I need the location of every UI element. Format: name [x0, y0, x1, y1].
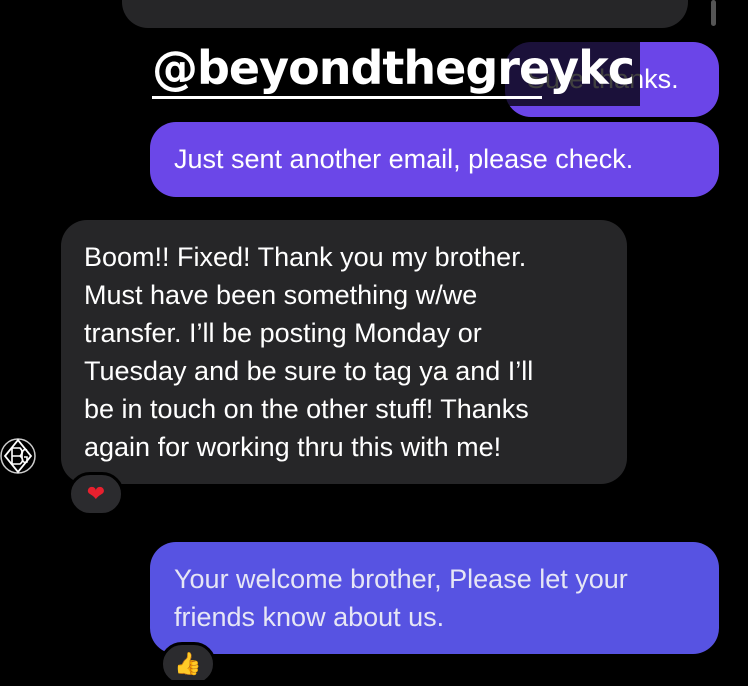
handle-underline	[152, 96, 542, 99]
message-line: Must have been something w/we	[84, 280, 478, 310]
handle-text: @beyondthegreykc	[152, 41, 635, 95]
message-sent-another-email[interactable]: Just sent another email, please check.	[150, 122, 719, 197]
heart-reaction[interactable]: ❤	[68, 472, 124, 516]
sender-avatar[interactable]	[0, 430, 36, 482]
heart-icon: ❤	[86, 481, 106, 506]
message-boom-fixed[interactable]: Boom!! Fixed! Thank you my brother. Must…	[61, 220, 627, 484]
message-line: Your welcome brother, Please let your	[174, 564, 628, 594]
bottom-edge	[0, 680, 748, 686]
message-line: Tuesday and be sure to tag ya and I’ll	[84, 356, 534, 386]
message-line: friends know about us.	[174, 602, 445, 632]
scroll-indicator[interactable]	[711, 0, 716, 26]
message-line: Boom!! Fixed! Thank you my brother.	[84, 242, 527, 272]
message-your-welcome[interactable]: Your welcome brother, Please let your fr…	[150, 542, 719, 654]
bg-monogram-logo-icon	[0, 438, 36, 474]
message-line: again for working thru this with me!	[84, 432, 502, 462]
thumbs-up-icon: 👍	[174, 651, 202, 676]
message-line: be in touch on the other stuff! Thanks	[84, 394, 529, 424]
previous-message-bubble[interactable]	[122, 0, 688, 28]
message-text: Just sent another email, please check.	[174, 144, 634, 174]
message-line: transfer. I’ll be posting Monday or	[84, 318, 482, 348]
